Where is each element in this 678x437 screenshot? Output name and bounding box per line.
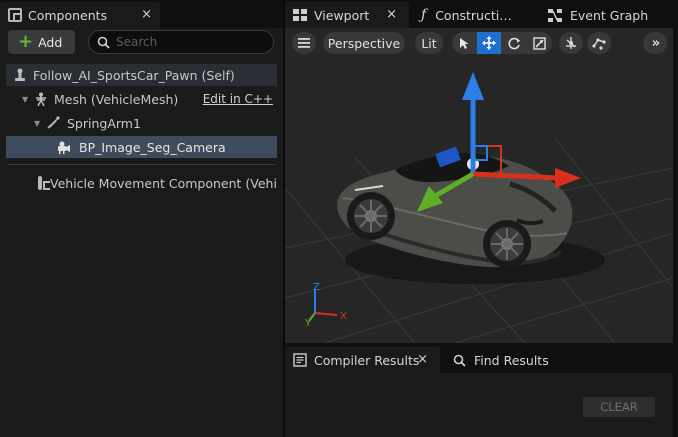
components-tabbar: Components × [0, 0, 283, 28]
rotate-icon [507, 37, 520, 49]
collapse-arrow-icon[interactable]: ▼ [22, 95, 32, 104]
add-component-button[interactable]: + Add [8, 30, 75, 54]
transform-tool-group [452, 32, 552, 54]
tree-item-springarm[interactable]: ▼ SpringArm1 [6, 112, 277, 134]
cursor-arrow-icon [460, 37, 469, 49]
tree-item-label: SpringArm1 [67, 115, 141, 131]
axis-indicator: Z X Y [304, 282, 347, 329]
tab-components-label: Components [28, 7, 108, 23]
tab-viewport[interactable]: Viewport × [285, 2, 409, 28]
tab-compiler-results-label: Compiler Results [314, 352, 420, 368]
tab-event-graph-label: Event Graph [570, 7, 649, 23]
editor-area: Viewport × ƒ Constructi… Event Graph Z X… [285, 0, 678, 437]
tree-item-label: Vehicle Movement Component (VehicleMovem… [50, 175, 277, 191]
tab-compiler-results[interactable]: Compiler Results × [285, 347, 440, 373]
snapping-icon [592, 38, 606, 50]
axis-z-label: Z [313, 282, 320, 293]
viewport-canvas[interactable]: Z X Y [285, 28, 673, 343]
component-icon [8, 8, 22, 22]
tree-item-camera[interactable]: BP_Image_Seg_Camera [6, 136, 277, 158]
coordinate-space-icon [566, 37, 576, 49]
scale-tool-button[interactable] [527, 32, 551, 54]
axis-x-label: X [340, 311, 347, 322]
double-chevron-right-icon: » [651, 35, 661, 51]
skeletal-mesh-icon [36, 92, 46, 106]
event-graph-icon [548, 8, 562, 22]
tree-item-label: Mesh (VehicleMesh) [54, 91, 179, 107]
clear-button[interactable]: CLEAR [583, 397, 655, 417]
tree-item-mesh[interactable]: ▼ Mesh (VehicleMesh) Edit in C++ [6, 88, 277, 110]
lit-mode-button[interactable]: Lit [415, 32, 443, 54]
search-field[interactable] [88, 30, 274, 54]
tree-item-label: BP_Image_Seg_Camera [79, 139, 226, 155]
tree-item-vehicle-movement[interactable]: Vehicle Movement Component (VehicleMovem… [6, 172, 277, 194]
compiler-results-icon [293, 353, 307, 367]
viewport-options-button[interactable] [292, 32, 316, 54]
scale-icon [532, 36, 546, 50]
collapse-arrow-icon[interactable]: ▼ [34, 119, 44, 128]
select-tool-button[interactable] [452, 32, 476, 54]
image-seg-camera-icon [58, 141, 70, 154]
tab-viewport-label: Viewport [314, 7, 370, 23]
divider [8, 164, 276, 165]
tab-find-results-label: Find Results [474, 352, 549, 368]
viewport-scene: Z X Y [285, 72, 673, 343]
tab-find-results[interactable]: Find Results [445, 347, 565, 373]
search-icon [97, 36, 110, 49]
tab-construction-label: Constructi… [435, 7, 512, 23]
axis-y-label: Y [304, 318, 312, 329]
more-options-button[interactable]: » [643, 32, 667, 54]
add-button-label: Add [38, 34, 63, 50]
tree-item-self[interactable]: Follow_AI_SportsCar_Pawn (Self) [6, 64, 277, 86]
search-icon [453, 354, 466, 367]
edit-in-cpp-link[interactable]: Edit in C++ [203, 92, 273, 106]
plus-icon: + [18, 31, 34, 52]
components-panel: Components × + Add Follow_AI_SportsCar_P… [0, 0, 283, 437]
hamburger-menu-icon [298, 38, 310, 48]
viewport-icon [293, 9, 307, 21]
rotate-tool-button[interactable] [502, 32, 526, 54]
pawn-icon [15, 68, 25, 81]
search-input[interactable] [116, 35, 266, 49]
close-icon[interactable]: × [141, 7, 152, 22]
component-icon [38, 176, 50, 190]
translate-tool-button[interactable] [477, 32, 501, 54]
world-local-toggle-button[interactable] [559, 32, 583, 54]
spring-arm-icon [47, 116, 60, 129]
tab-construction-script[interactable]: ƒ Constructi… [413, 2, 533, 28]
surface-snapping-button[interactable] [587, 32, 611, 54]
results-tabbar: Compiler Results × Find Results [285, 345, 678, 373]
tab-event-graph[interactable]: Event Graph [540, 2, 670, 28]
perspective-button[interactable]: Perspective [323, 32, 405, 54]
tree-item-label: Follow_AI_SportsCar_Pawn (Self) [33, 67, 235, 83]
tab-components[interactable]: Components × [0, 2, 160, 28]
move-arrows-icon [482, 36, 496, 50]
function-icon: ƒ [421, 7, 427, 23]
close-icon[interactable]: × [417, 352, 428, 367]
close-icon[interactable]: × [386, 7, 397, 22]
